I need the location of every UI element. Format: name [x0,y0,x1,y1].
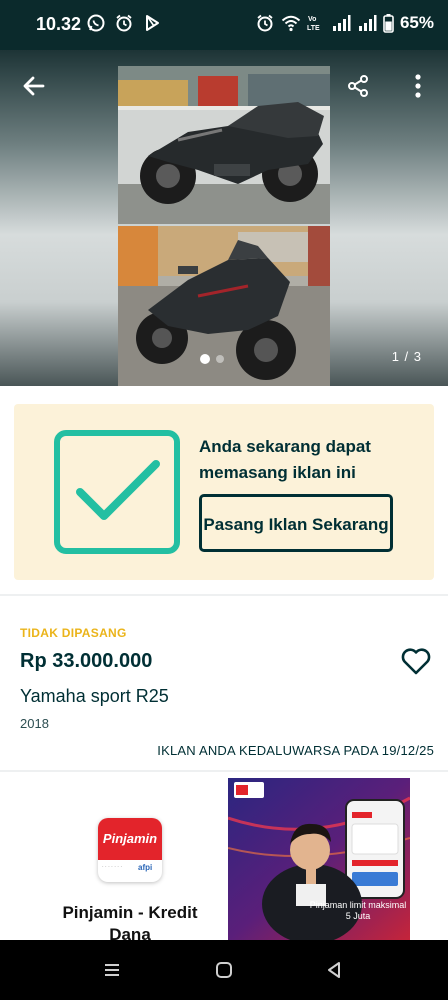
image-gallery[interactable]: 1 / 3 [0,50,448,386]
section-divider [0,770,448,772]
post-ad-now-button[interactable]: Pasang Iklan Sekarang [199,494,393,552]
home-icon [216,962,232,978]
battery-percentage: 65% [399,13,434,32]
listing-photo-1[interactable] [118,66,330,224]
heart-icon [401,648,431,675]
ad-logo-badge: afpi [138,863,153,872]
page-dot[interactable] [216,355,224,363]
ad-caption: Pinjaman limit maksimal 5 Juta [309,900,407,921]
ad-logo-subtext: · · · · · · · [102,864,122,870]
back-icon [328,962,340,978]
volte-icon: Vo LTE [307,16,320,32]
home-button[interactable] [212,958,236,982]
nav-back-button[interactable] [322,958,346,982]
listing-expiry-notice: IKLAN ANDA KEDALUWARSA PADA 19/12/25 [157,743,434,758]
checkmark-icon [54,430,180,554]
favorite-button[interactable] [400,646,432,676]
alarm-icon [257,14,273,32]
ad-app-logo[interactable]: Pinjamin · · · · · · · afpi [98,818,162,882]
ad-banner-image[interactable]: Pinjaman limit maksimal 5 Juta [228,778,410,940]
back-button[interactable] [16,68,52,104]
notification-icons [86,13,162,33]
section-divider [0,594,448,596]
status-bar: 10.32 Vo LTE 65% [0,0,448,50]
system-navigation-bar [0,940,448,1000]
page-dot-active[interactable] [200,354,210,364]
motorcycle-image [118,226,330,386]
listing-price: Rp 33.000.000 [20,650,153,672]
recents-button[interactable] [100,958,124,982]
post-ad-message: Anda sekarang dapat memasang iklan ini [199,437,371,482]
arrow-left-icon [23,76,45,96]
battery-icon [383,14,394,33]
ad-logo-text: Pinjamin [98,818,162,860]
recents-icon [105,964,119,976]
svg-text:LTE: LTE [307,25,320,32]
wifi-icon [281,15,301,32]
share-button[interactable] [340,68,376,104]
alarm-icon [116,14,132,32]
svg-text:Vo: Vo [308,16,316,23]
motorcycle-image [118,66,330,224]
listing-title: Yamaha sport R25 [20,686,169,706]
listing-photo-2[interactable] [118,226,330,386]
share-icon [348,75,368,97]
signal-icon [332,15,351,31]
whatsapp-icon [87,14,105,32]
listing-year: 2018 [20,716,49,731]
status-time: 10.32 [36,14,82,34]
listing-status-badge: TIDAK DIPASANG [20,626,127,640]
system-icons: Vo LTE 65% [255,13,434,33]
play-icon [146,15,159,31]
image-counter: 1 / 3 [391,349,422,364]
post-ad-card: Anda sekarang dapat memasang iklan ini P… [14,404,434,580]
gallery-pagination [200,354,224,364]
more-options-button[interactable] [400,68,436,104]
more-vertical-icon [415,74,421,98]
signal-icon [358,15,377,31]
